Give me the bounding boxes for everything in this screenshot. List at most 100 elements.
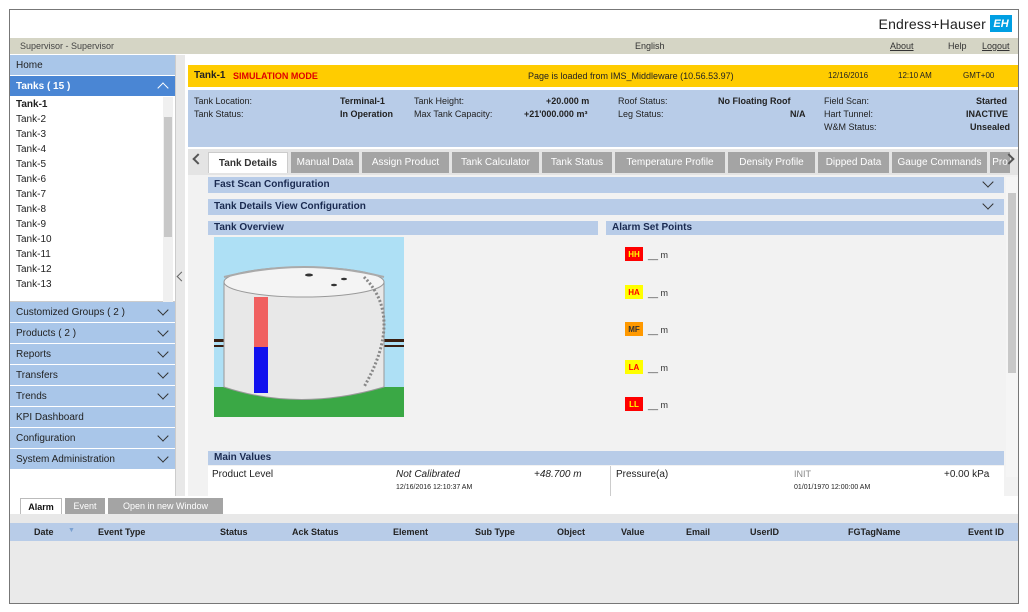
eh-logo-icon: EH <box>990 15 1012 32</box>
sidebar-item-trends[interactable]: Trends <box>10 386 175 407</box>
tank-list-item[interactable]: Tank-10 <box>10 232 175 247</box>
scrollbar-thumb[interactable] <box>1008 193 1016 373</box>
col-value[interactable]: Value <box>621 527 645 537</box>
tab-scroll-left-icon[interactable] <box>192 153 204 165</box>
col-fgtagname[interactable]: FGTagName <box>848 527 900 537</box>
info-label: Roof Status: <box>618 96 668 106</box>
tab-gauge-commands[interactable]: Gauge Commands <box>892 152 987 173</box>
section-title: Tank Overview <box>214 222 284 233</box>
tank-overview-header: Tank Overview <box>208 221 598 235</box>
tab-alarm[interactable]: Alarm <box>20 498 62 514</box>
logout-link[interactable]: Logout <box>982 41 1010 51</box>
chevron-down-icon <box>157 325 169 337</box>
help-link[interactable]: Help <box>948 41 967 51</box>
info-value: Terminal-1 <box>340 96 385 106</box>
col-sub-type[interactable]: Sub Type <box>475 527 515 537</box>
open-new-window-button[interactable]: Open in new Window <box>108 498 223 514</box>
tab-temperature-profile[interactable]: Temperature Profile <box>615 152 725 173</box>
sidebar-item-kpi-dashboard[interactable]: KPI Dashboard <box>10 407 175 428</box>
view-config-header[interactable]: Tank Details View Configuration <box>208 198 1004 215</box>
tank-list-item[interactable]: Tank-7 <box>10 187 175 202</box>
section-title: Main Values <box>214 452 272 463</box>
sidebar-item-reports[interactable]: Reports <box>10 344 175 365</box>
tank-list-item[interactable]: Tank-5 <box>10 157 175 172</box>
col-email[interactable]: Email <box>686 527 710 537</box>
sidebar-item-products[interactable]: Products ( 2 ) <box>10 323 175 344</box>
tank-list-item[interactable]: Tank-1 <box>10 97 175 112</box>
alarm-setpoints-header: Alarm Set Points <box>606 221 1004 235</box>
tab-assign-product[interactable]: Assign Product <box>362 152 449 173</box>
tab-tank-status[interactable]: Tank Status <box>542 152 612 173</box>
divider <box>10 514 1018 523</box>
tank-list-item[interactable]: Tank-12 <box>10 262 175 277</box>
alarm-hh-badge: HH <box>625 247 643 261</box>
info-label: Tank Location: <box>194 96 253 106</box>
tab-event[interactable]: Event <box>65 498 105 514</box>
tank-details-content: Fast Scan Configuration Tank Details Vie… <box>188 175 1018 496</box>
tank-list-item[interactable]: Tank-2 <box>10 112 175 127</box>
sidebar-collapse-handle[interactable] <box>175 55 187 496</box>
fast-scan-config-header[interactable]: Fast Scan Configuration <box>208 176 1004 193</box>
tank-list-item[interactable]: Tank-11 <box>10 247 175 262</box>
info-value: N/A <box>790 109 806 119</box>
about-link[interactable]: About <box>890 41 914 51</box>
timezone: GMT+00 <box>963 71 995 80</box>
main-values-row: Product Level Not Calibrated +48.700 m 1… <box>208 466 1004 496</box>
col-object[interactable]: Object <box>557 527 585 537</box>
col-event-id[interactable]: Event ID <box>968 527 1004 537</box>
language-selector[interactable]: English <box>635 41 665 51</box>
sidebar-item-label: Home <box>16 59 43 71</box>
pressure-label: Pressure(a) <box>616 469 669 480</box>
content-scrollbar[interactable] <box>1006 177 1018 477</box>
sort-desc-icon[interactable]: ▼ <box>68 527 75 534</box>
alarm-mf-badge: MF <box>625 322 643 336</box>
sidebar-item-label: Products ( 2 ) <box>16 327 77 339</box>
scrollbar-thumb[interactable] <box>164 117 172 237</box>
tank-list-item[interactable]: Tank-4 <box>10 142 175 157</box>
info-value: No Floating Roof <box>718 96 791 106</box>
info-value: In Operation <box>340 109 394 119</box>
sidebar-item-tanks[interactable]: Tanks ( 15 ) <box>10 76 175 97</box>
tab-manual-data[interactable]: Manual Data <box>291 152 359 173</box>
chevron-down-icon <box>157 451 169 463</box>
col-element[interactable]: Element <box>393 527 428 537</box>
tank-list-scrollbar[interactable] <box>163 97 173 302</box>
tank-list-item[interactable]: Tank-9 <box>10 217 175 232</box>
tab-dipped-data[interactable]: Dipped Data <box>818 152 889 173</box>
col-status[interactable]: Status <box>220 527 248 537</box>
tab-tank-details[interactable]: Tank Details <box>208 152 288 173</box>
tab-density-profile[interactable]: Density Profile <box>728 152 815 173</box>
sidebar-item-system-administration[interactable]: System Administration <box>10 449 175 470</box>
info-label: W&M Status: <box>824 122 877 132</box>
sidebar-item-transfers[interactable]: Transfers <box>10 365 175 386</box>
col-ack-status[interactable]: Ack Status <box>292 527 339 537</box>
sidebar-item-configuration[interactable]: Configuration <box>10 428 175 449</box>
main-panel: Tank-1 SIMULATION MODE Page is loaded fr… <box>188 55 1018 496</box>
tank-list-item[interactable]: Tank-3 <box>10 127 175 142</box>
tank-list-item[interactable]: Tank-13 <box>10 277 175 287</box>
sidebar-item-label: Trends <box>16 390 47 402</box>
section-title: Alarm Set Points <box>612 222 693 233</box>
alarm-table-body <box>10 541 1018 603</box>
chevron-down-icon <box>157 430 169 442</box>
alarm-ll-value: __ m <box>648 400 669 410</box>
tank-list-item[interactable]: Tank-8 <box>10 202 175 217</box>
sidebar-item-label: Configuration <box>16 432 76 444</box>
tab-tank-calculator[interactable]: Tank Calculator <box>452 152 539 173</box>
divider <box>610 466 611 496</box>
user-bar: Supervisor - Supervisor English About He… <box>10 38 1018 54</box>
pressure-status: INIT <box>794 469 811 479</box>
product-level-value: +48.700 m <box>534 469 582 480</box>
product-level-label: Product Level <box>212 469 274 480</box>
chevron-down-icon <box>157 388 169 400</box>
col-event-type[interactable]: Event Type <box>98 527 145 537</box>
col-userid[interactable]: UserID <box>750 527 779 537</box>
col-date[interactable]: Date <box>34 527 54 537</box>
current-time: 12:10 AM <box>898 71 932 80</box>
info-label: Tank Status: <box>194 109 244 119</box>
tank-list-item[interactable]: Tank-6 <box>10 172 175 187</box>
sidebar-item-customized-groups[interactable]: Customized Groups ( 2 ) <box>10 302 175 323</box>
sidebar-item-home[interactable]: Home <box>10 55 175 76</box>
section-title: Tank Details View Configuration <box>214 201 366 212</box>
chevron-left-icon <box>176 271 187 282</box>
